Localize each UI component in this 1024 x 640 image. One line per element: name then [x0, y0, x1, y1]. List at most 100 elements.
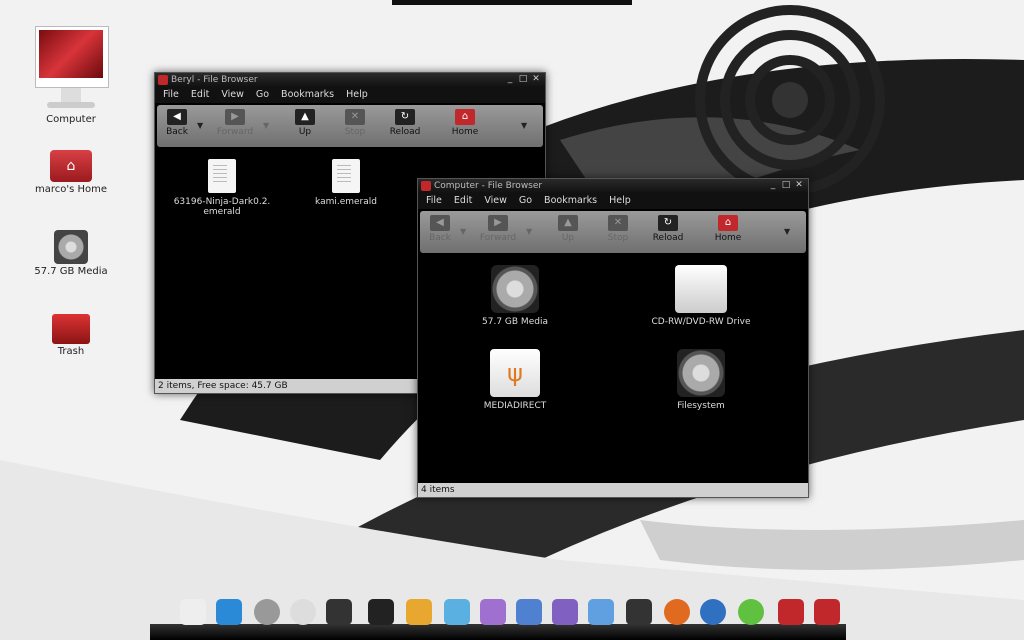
- minimize-icon[interactable]: _: [768, 180, 778, 190]
- reload-icon: ↻: [395, 109, 415, 125]
- toolbar-overflow-chevron-icon[interactable]: ▼: [784, 227, 790, 236]
- home-label: Home: [714, 233, 742, 243]
- menu-file[interactable]: File: [426, 193, 442, 209]
- drive-label: CD-RW/DVD-RW Drive: [651, 317, 751, 327]
- up-label: Up: [298, 127, 312, 137]
- drive-item[interactable]: CD-RW/DVD-RW Drive: [646, 265, 756, 327]
- stop-icon: ✕: [345, 109, 365, 125]
- package-icon[interactable]: [406, 599, 432, 625]
- desktop-icon-trash[interactable]: Trash: [26, 314, 116, 357]
- file-browser-window-computer: Computer - File Browser _ □ ✕ File Edit …: [417, 178, 809, 498]
- menu-help[interactable]: Help: [346, 87, 368, 103]
- stop-icon: ✕: [608, 215, 628, 231]
- dock: [150, 624, 846, 640]
- menu-view[interactable]: View: [484, 193, 507, 209]
- home-label: Home: [451, 127, 479, 137]
- drive-label: Filesystem: [677, 401, 725, 411]
- drive-item[interactable]: Filesystem: [646, 349, 756, 411]
- back-history-chevron-icon[interactable]: ▼: [197, 121, 203, 130]
- file-label: kami.emerald: [315, 197, 377, 207]
- menu-bookmarks[interactable]: Bookmarks: [544, 193, 597, 209]
- desktop-icon-computer[interactable]: Computer: [26, 22, 116, 125]
- menu-view[interactable]: View: [221, 87, 244, 103]
- file-item[interactable]: kami.emerald: [291, 159, 401, 207]
- penguin-icon[interactable]: [180, 599, 206, 625]
- reload-button[interactable]: ↻ Reload: [385, 109, 425, 137]
- titlebar[interactable]: Beryl - File Browser _ □ ✕: [155, 73, 545, 87]
- menu-go[interactable]: Go: [519, 193, 532, 209]
- forward-button[interactable]: ▶ Forward: [478, 215, 518, 243]
- desktop-icon-home[interactable]: ⌂ marco's Home: [26, 150, 116, 195]
- menubar: File Edit View Go Bookmarks Help: [155, 87, 545, 103]
- menubar: File Edit View Go Bookmarks Help: [418, 193, 808, 209]
- toolbar-overflow-chevron-icon[interactable]: ▼: [521, 121, 527, 130]
- toolbar: ◀ Back ▼ ▶ Forward ▼ ▲ Up ✕ Stop ↻ Reload ⌂ Ho…: [420, 211, 806, 253]
- forward-label: Forward: [216, 127, 254, 137]
- back-label: Back: [429, 233, 451, 243]
- forward-history-chevron-icon[interactable]: ▼: [263, 121, 269, 130]
- drive-item[interactable]: 57.7 GB Media: [460, 265, 570, 327]
- file-label: 63196-Ninja-Dark0.2. emerald: [173, 197, 271, 217]
- forward-history-chevron-icon[interactable]: ▼: [526, 227, 532, 236]
- desktop-icon-label: 57.7 GB Media: [34, 266, 108, 277]
- menu-go[interactable]: Go: [256, 87, 269, 103]
- stop-button[interactable]: ✕ Stop: [335, 109, 375, 137]
- up-label: Up: [561, 233, 575, 243]
- desktop-icon-label: Computer: [46, 114, 96, 125]
- file-browser-icon: [421, 181, 431, 191]
- back-button[interactable]: ◀ Back: [157, 109, 197, 137]
- menu-edit[interactable]: Edit: [454, 193, 472, 209]
- menu-edit[interactable]: Edit: [191, 87, 209, 103]
- menu-bookmarks[interactable]: Bookmarks: [281, 87, 334, 103]
- drive-item[interactable]: ψ MEDIADIRECT: [460, 349, 570, 411]
- desktop-icon-label: Trash: [57, 346, 85, 357]
- back-history-chevron-icon[interactable]: ▼: [460, 227, 466, 236]
- menu-help[interactable]: Help: [609, 193, 631, 209]
- office-draw-icon[interactable]: [516, 599, 542, 625]
- up-arrow-icon: ▲: [295, 109, 315, 125]
- maximize-icon[interactable]: □: [781, 180, 791, 190]
- up-button[interactable]: ▲ Up: [548, 215, 588, 243]
- download-icon[interactable]: [216, 599, 242, 625]
- home-button[interactable]: ⌂ Home: [708, 215, 748, 243]
- toolbox-icon[interactable]: [778, 599, 804, 625]
- home-button[interactable]: ⌂ Home: [445, 109, 485, 137]
- maximize-icon[interactable]: □: [518, 74, 528, 84]
- firefox-icon[interactable]: [664, 599, 690, 625]
- home-folder-icon: ⌂: [50, 150, 92, 182]
- back-arrow-icon: ◀: [430, 215, 450, 231]
- reload-button[interactable]: ↻ Reload: [648, 215, 688, 243]
- video-clapper-icon[interactable]: [626, 599, 652, 625]
- home-icon: ⌂: [455, 109, 475, 125]
- menu-file[interactable]: File: [163, 87, 179, 103]
- close-icon[interactable]: ✕: [531, 74, 541, 84]
- stop-button[interactable]: ✕ Stop: [598, 215, 638, 243]
- minimize-icon[interactable]: _: [505, 74, 515, 84]
- chat-icon[interactable]: [738, 599, 764, 625]
- up-button[interactable]: ▲ Up: [285, 109, 325, 137]
- speaker-icon[interactable]: [326, 599, 352, 625]
- pin-icon[interactable]: [254, 599, 280, 625]
- back-button[interactable]: ◀ Back: [420, 215, 460, 243]
- forward-button[interactable]: ▶ Forward: [215, 109, 255, 137]
- office-writer-icon[interactable]: [480, 599, 506, 625]
- file-item[interactable]: 63196-Ninja-Dark0.2. emerald: [167, 159, 277, 217]
- terminal-icon[interactable]: [368, 599, 394, 625]
- desktop-icon-label: marco's Home: [34, 184, 108, 195]
- audio-player-icon[interactable]: [700, 599, 726, 625]
- titlebar[interactable]: Computer - File Browser _ □ ✕: [418, 179, 808, 193]
- office-calc-icon[interactable]: [588, 599, 614, 625]
- clock-icon[interactable]: [290, 599, 316, 625]
- office-impress-icon[interactable]: [552, 599, 578, 625]
- reload-label: Reload: [652, 233, 684, 243]
- window-title: Beryl - File Browser: [171, 75, 258, 85]
- desktop-icon-media[interactable]: 57.7 GB Media: [26, 230, 116, 277]
- file-browser-icon: [158, 75, 168, 85]
- back-arrow-icon: ◀: [167, 109, 187, 125]
- close-icon[interactable]: ✕: [794, 180, 804, 190]
- window-title: Computer - File Browser: [434, 181, 543, 191]
- drive-label: MEDIADIRECT: [483, 401, 547, 411]
- top-panel: [392, 0, 632, 5]
- toolbox-icon[interactable]: [814, 599, 840, 625]
- image-viewer-icon[interactable]: [444, 599, 470, 625]
